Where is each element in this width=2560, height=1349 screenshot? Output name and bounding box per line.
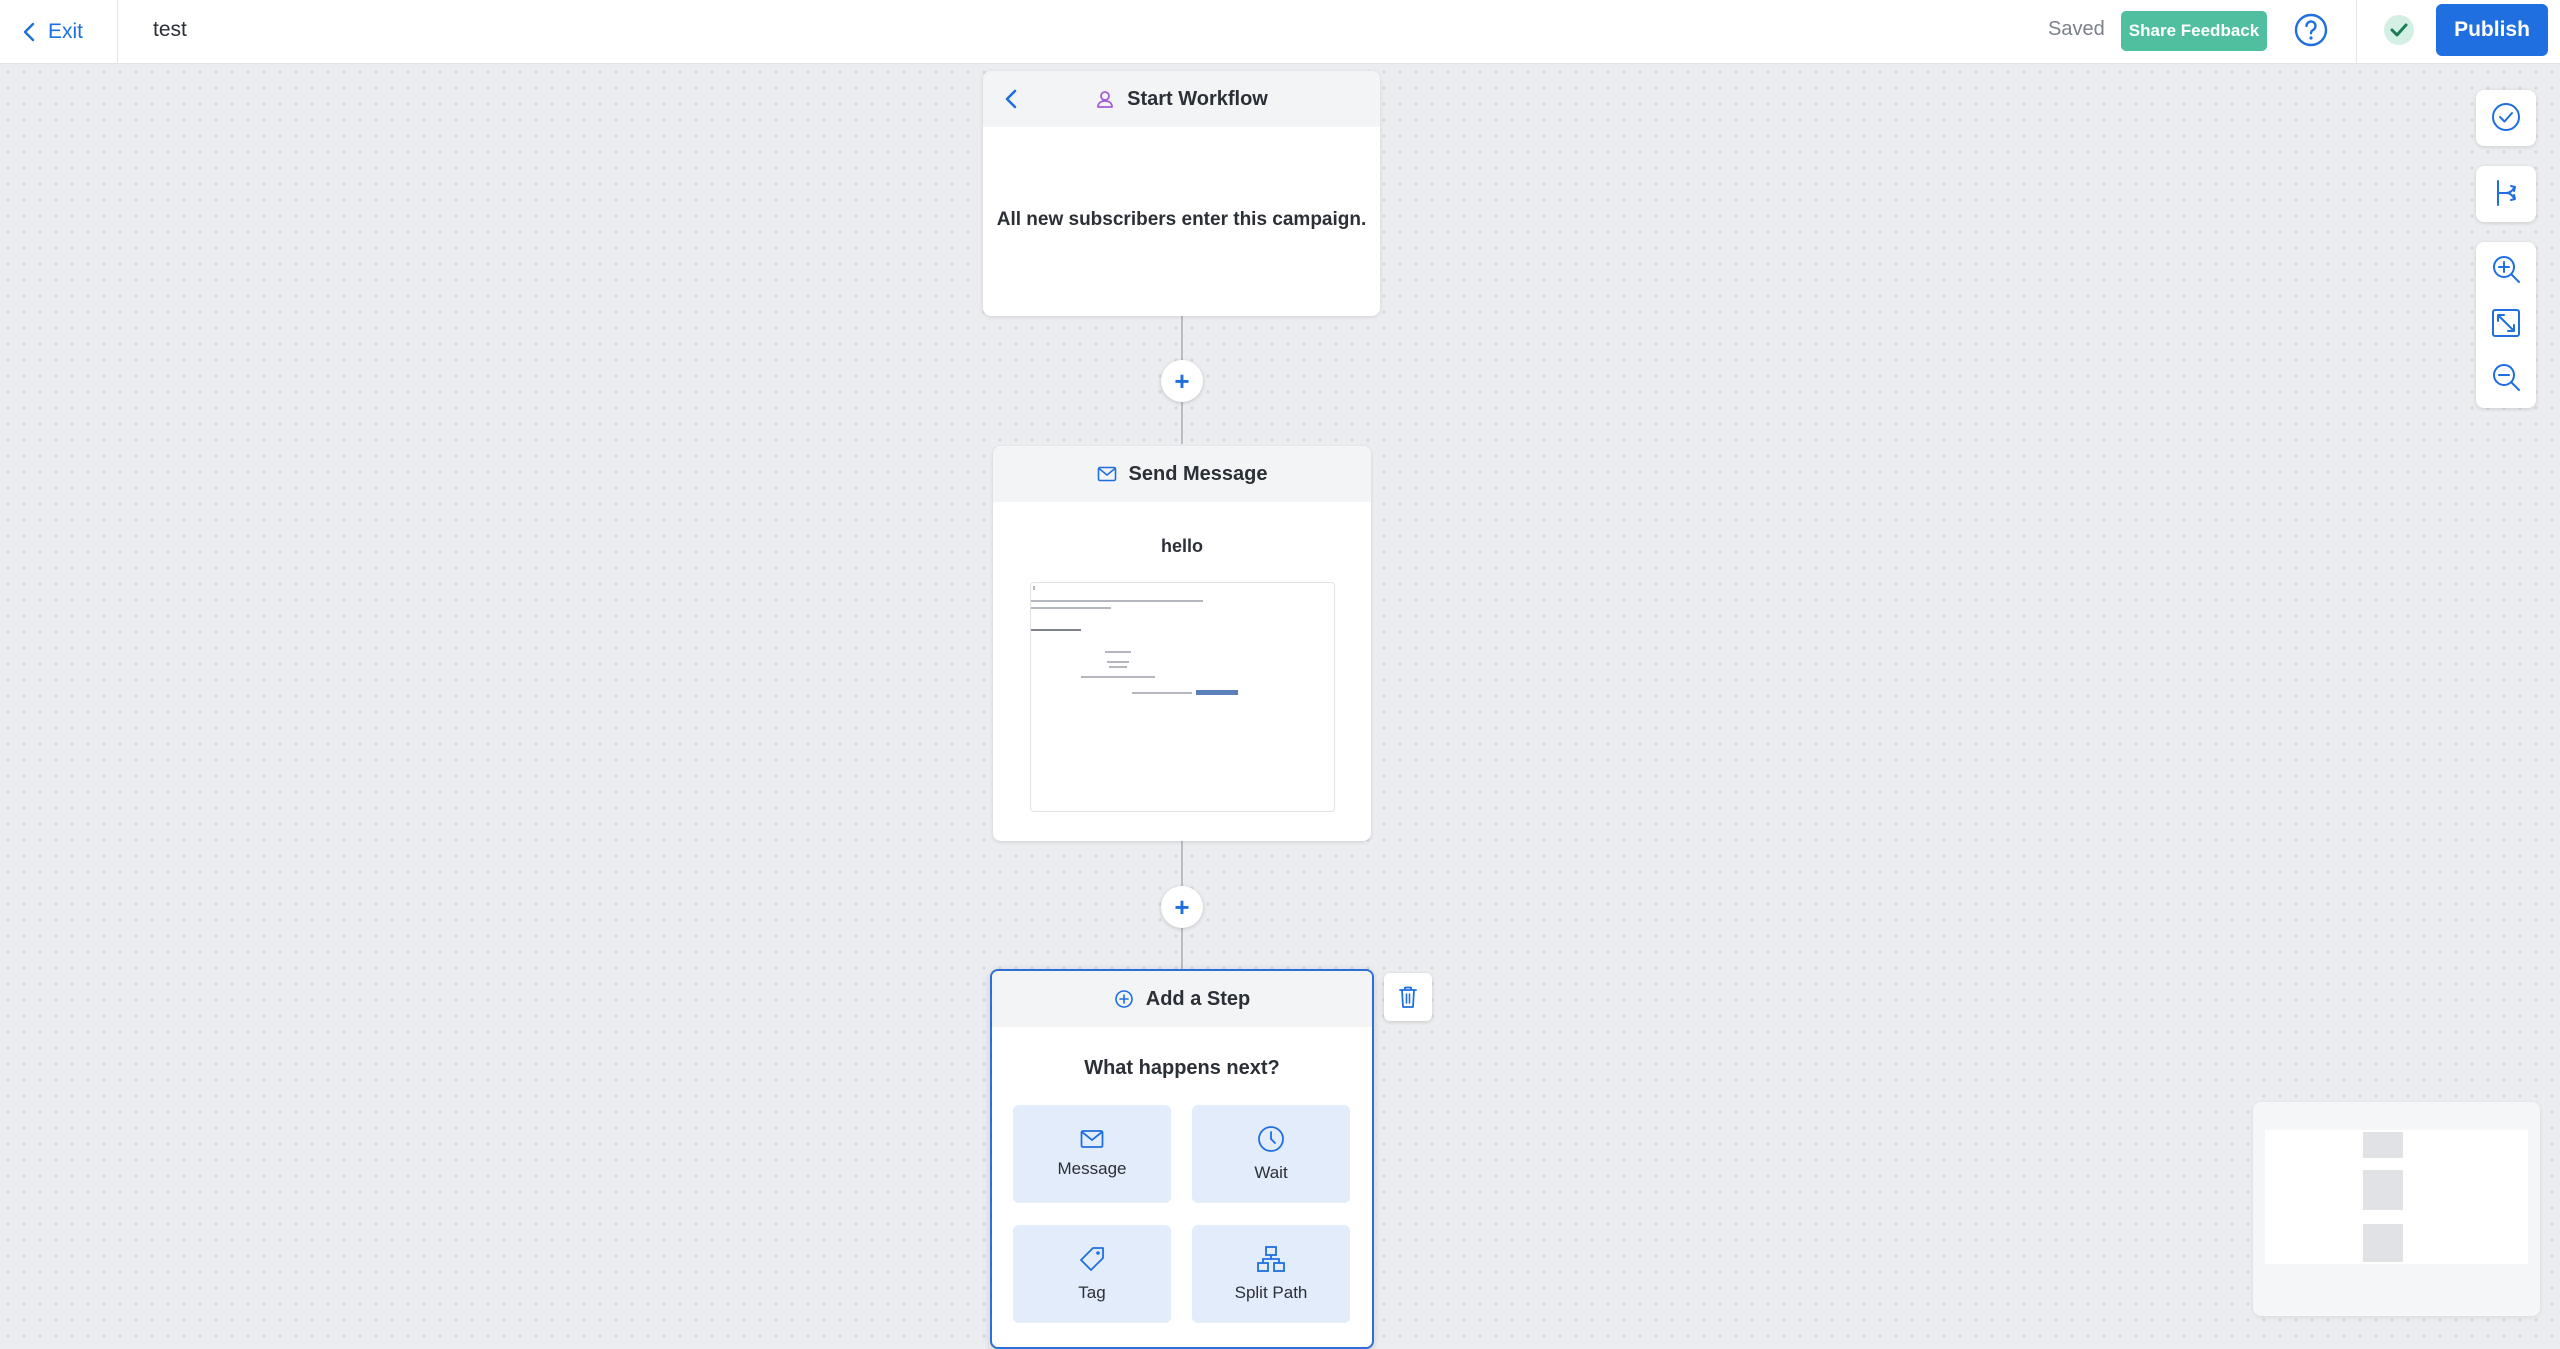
chevron-left-icon[interactable] bbox=[997, 85, 1025, 113]
envelope-icon bbox=[1097, 466, 1116, 482]
minimap-node bbox=[2363, 1170, 2403, 1210]
person-icon bbox=[1097, 91, 1114, 108]
zoom-tools bbox=[2476, 242, 2536, 408]
minimap-node bbox=[2363, 1132, 2403, 1158]
node-header: Add a Step bbox=[992, 971, 1372, 1027]
node-title: Add a Step bbox=[1145, 987, 1251, 1010]
option-label: Message bbox=[1057, 1159, 1127, 1178]
option-wait[interactable]: Wait bbox=[1192, 1105, 1350, 1203]
share-feedback-button[interactable]: Share Feedback bbox=[2121, 11, 2267, 51]
option-label: Wait bbox=[1254, 1163, 1288, 1182]
node-title: Start Workflow bbox=[1127, 87, 1268, 110]
step-question: What happens next? bbox=[1084, 1057, 1280, 1079]
workflow-title[interactable]: test bbox=[153, 18, 187, 42]
branch-icon bbox=[2497, 180, 2516, 206]
delete-step-button[interactable] bbox=[1384, 973, 1432, 1021]
add-step-plus-button[interactable]: + bbox=[1161, 886, 1203, 928]
plus-circle-icon bbox=[1114, 990, 1133, 1008]
email-preview-thumbnail[interactable] bbox=[1030, 582, 1335, 812]
zoom-out-button[interactable] bbox=[2476, 350, 2536, 404]
node-header: Start Workflow bbox=[983, 71, 1380, 127]
zoom-in-button[interactable] bbox=[2476, 242, 2536, 296]
add-step-plus-button[interactable]: + bbox=[1161, 360, 1203, 402]
fit-screen-button[interactable] bbox=[2476, 296, 2536, 350]
option-message[interactable]: Message bbox=[1013, 1105, 1171, 1203]
clock-icon bbox=[1258, 1126, 1284, 1152]
chevron-left-icon bbox=[23, 22, 35, 42]
tool-slot bbox=[2476, 90, 2536, 144]
add-step-node[interactable]: Add a Step What happens next? Message Wa… bbox=[990, 969, 1374, 1349]
start-workflow-node[interactable]: Start Workflow All new subscribers enter… bbox=[983, 71, 1380, 316]
node-header: Send Message bbox=[993, 446, 1371, 502]
validation-check-icon bbox=[2384, 15, 2414, 45]
minimap-node bbox=[2363, 1224, 2403, 1262]
split-path-icon bbox=[1257, 1246, 1285, 1272]
zoom-out-icon bbox=[2493, 364, 2520, 391]
minimap[interactable] bbox=[2253, 1102, 2540, 1316]
message-subject: hello bbox=[1160, 536, 1203, 556]
option-label: Split Path bbox=[1234, 1283, 1308, 1302]
option-tag[interactable]: Tag bbox=[1013, 1225, 1171, 1323]
option-split-path[interactable]: Split Path bbox=[1192, 1225, 1350, 1323]
tag-icon bbox=[1080, 1247, 1104, 1271]
branch-tool[interactable] bbox=[2476, 166, 2536, 222]
option-label: Tag bbox=[1078, 1283, 1106, 1302]
check-circle-icon bbox=[2492, 103, 2520, 131]
tool-slot bbox=[2476, 166, 2536, 220]
help-icon[interactable] bbox=[2293, 12, 2329, 48]
zoom-in-icon bbox=[2493, 256, 2520, 283]
trash-icon bbox=[1399, 986, 1417, 1008]
validate-tool[interactable] bbox=[2476, 90, 2536, 146]
fit-screen-icon bbox=[2492, 309, 2520, 337]
exit-button[interactable]: Exit bbox=[22, 14, 83, 50]
saved-status: Saved bbox=[2048, 18, 2105, 40]
node-title: Send Message bbox=[1128, 462, 1268, 485]
send-message-node[interactable]: Send Message hello bbox=[993, 446, 1371, 841]
trigger-description: All new subscribers enter this campaign. bbox=[996, 209, 1367, 230]
exit-label: Exit bbox=[48, 20, 84, 43]
envelope-icon bbox=[1080, 1130, 1104, 1148]
top-bar: Exit test Saved Share Feedback Publish bbox=[0, 0, 2560, 64]
publish-button[interactable]: Publish bbox=[2436, 4, 2548, 56]
divider bbox=[117, 0, 118, 64]
divider bbox=[2356, 0, 2357, 64]
